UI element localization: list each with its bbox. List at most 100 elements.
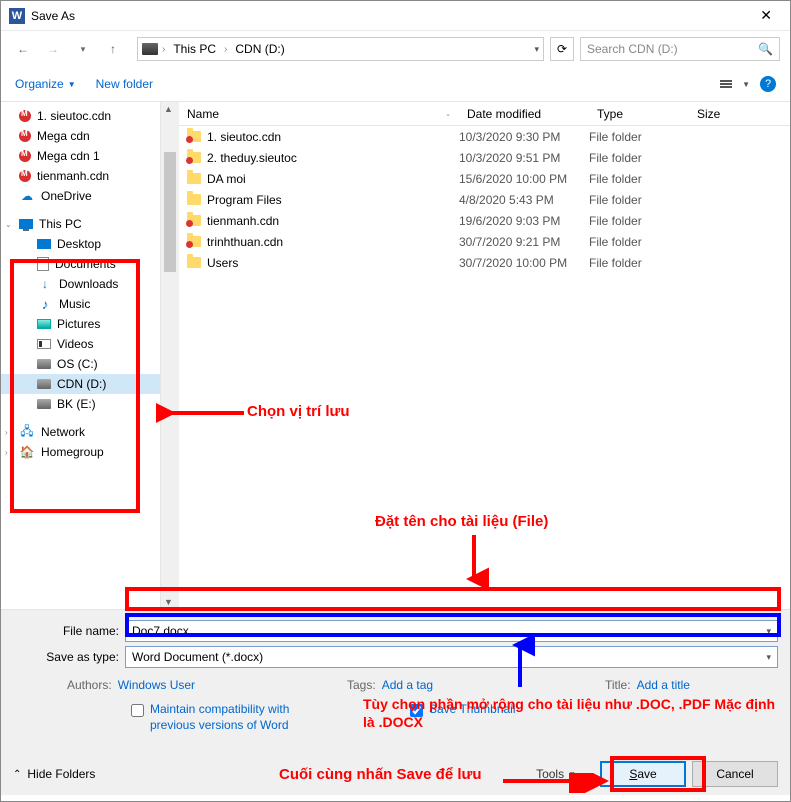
tree-item[interactable]: ♪Music bbox=[1, 294, 160, 314]
tree-label: CDN (D:) bbox=[57, 377, 106, 391]
save-button[interactable]: Save bbox=[600, 761, 686, 787]
tree-item[interactable]: OS (C:) bbox=[1, 354, 160, 374]
file-row[interactable]: trinhthuan.cdn30/7/2020 9:21 PMFile fold… bbox=[179, 231, 790, 252]
save-label: ave bbox=[637, 767, 656, 781]
tree-item[interactable]: Mega cdn 1 bbox=[1, 146, 160, 166]
tree-label: Videos bbox=[57, 337, 93, 351]
tree-label: 1. sieutoc.cdn bbox=[37, 109, 111, 123]
col-type[interactable]: Type bbox=[589, 102, 689, 125]
file-date: 10/3/2020 9:30 PM bbox=[459, 130, 589, 144]
word-icon: W bbox=[9, 8, 25, 24]
chevron-down-icon[interactable]: ▾ bbox=[766, 652, 771, 663]
file-row[interactable]: Users30/7/2020 10:00 PMFile folder bbox=[179, 252, 790, 273]
cancel-button[interactable]: Cancel bbox=[692, 761, 778, 787]
view-options[interactable] bbox=[720, 80, 732, 88]
savetype-dropdown[interactable]: Word Document (*.docx) ▾ bbox=[125, 646, 778, 668]
hide-folders-label: Hide Folders bbox=[27, 767, 95, 781]
col-date[interactable]: Date modified bbox=[459, 102, 589, 125]
help-button[interactable]: ? bbox=[760, 76, 776, 92]
tree-item[interactable]: BK (E:) bbox=[1, 394, 160, 414]
tree-item[interactable]: ☁OneDrive bbox=[1, 186, 160, 206]
back-button[interactable]: ← bbox=[11, 37, 35, 61]
filename-value: Doc7.docx bbox=[132, 624, 189, 638]
file-row[interactable]: DA moi15/6/2020 10:00 PMFile folder bbox=[179, 168, 790, 189]
file-date: 15/6/2020 10:00 PM bbox=[459, 172, 589, 186]
save-thumbnail-label[interactable]: Save Thumbnail bbox=[429, 702, 516, 718]
chevron-down-icon: ▼ bbox=[568, 770, 576, 779]
organize-label: Organize bbox=[15, 77, 64, 91]
forward-button[interactable]: → bbox=[41, 37, 65, 61]
title-value[interactable]: Add a title bbox=[637, 678, 690, 692]
sidebar-scrollbar[interactable]: ▲ ▼ bbox=[161, 102, 179, 609]
tree-item[interactable]: CDN (D:) bbox=[1, 374, 160, 394]
maintain-compat-checkbox[interactable] bbox=[131, 704, 144, 717]
title-label: Title: bbox=[605, 678, 631, 692]
tree-label: Homegroup bbox=[41, 445, 104, 459]
up-button[interactable]: ↑ bbox=[101, 37, 125, 61]
col-size[interactable]: Size bbox=[689, 102, 769, 125]
scroll-up-icon[interactable]: ▲ bbox=[164, 104, 173, 114]
breadcrumb-drive[interactable]: CDN (D:) bbox=[231, 40, 288, 58]
expand-icon[interactable]: › bbox=[5, 428, 8, 437]
expand-icon[interactable]: ⌄ bbox=[5, 220, 12, 229]
file-row[interactable]: 2. theduy.sieutoc10/3/2020 9:51 PMFile f… bbox=[179, 147, 790, 168]
navbar: ← → ▾ ↑ › This PC › CDN (D:) ▾ ⟳ Search … bbox=[1, 31, 790, 67]
chevron-down-icon[interactable]: ▼ bbox=[742, 80, 750, 89]
drive-icon bbox=[142, 43, 158, 55]
refresh-button[interactable]: ⟳ bbox=[550, 37, 574, 61]
new-folder-button[interactable]: New folder bbox=[96, 77, 153, 91]
tree-item[interactable]: 1. sieutoc.cdn bbox=[1, 106, 160, 126]
scrollbar-thumb[interactable] bbox=[164, 152, 176, 272]
authors-label: Authors: bbox=[67, 678, 112, 692]
file-date: 30/7/2020 9:21 PM bbox=[459, 235, 589, 249]
tree-item[interactable]: tienmanh.cdn bbox=[1, 166, 160, 186]
tree-item-thispc[interactable]: ⌄This PC bbox=[1, 214, 160, 234]
save-thumbnail-checkbox[interactable] bbox=[410, 704, 423, 717]
tree-item[interactable]: Desktop bbox=[1, 234, 160, 254]
tree-label: OneDrive bbox=[41, 189, 92, 203]
maintain-compat-label[interactable]: Maintain compatibility with previous ver… bbox=[150, 702, 320, 733]
tree-item[interactable]: Mega cdn bbox=[1, 126, 160, 146]
chevron-right-icon: › bbox=[162, 44, 165, 55]
file-row[interactable]: Program Files4/8/2020 5:43 PMFile folder bbox=[179, 189, 790, 210]
folder-icon bbox=[187, 131, 201, 142]
tree-item[interactable]: ↓Downloads bbox=[1, 274, 160, 294]
tree-item[interactable]: Pictures bbox=[1, 314, 160, 334]
file-row[interactable]: tienmanh.cdn19/6/2020 9:03 PMFile folder bbox=[179, 210, 790, 231]
col-name[interactable]: Name⌄ bbox=[179, 102, 459, 125]
tree-label: Network bbox=[41, 425, 85, 439]
chevron-down-icon[interactable]: ▾ bbox=[534, 44, 539, 55]
authors-value[interactable]: Windows User bbox=[118, 678, 195, 692]
tree-item[interactable]: Videos bbox=[1, 334, 160, 354]
savetype-value: Word Document (*.docx) bbox=[132, 650, 263, 664]
organize-menu[interactable]: Organize ▼ bbox=[15, 77, 76, 91]
file-row[interactable]: 1. sieutoc.cdn10/3/2020 9:30 PMFile fold… bbox=[179, 126, 790, 147]
chevron-down-icon: ▼ bbox=[68, 80, 76, 89]
chevron-down-icon[interactable]: ▾ bbox=[766, 626, 771, 637]
search-input[interactable]: Search CDN (D:) 🔍 bbox=[580, 37, 780, 61]
filename-label: File name: bbox=[13, 624, 125, 638]
tree-label: BK (E:) bbox=[57, 397, 96, 411]
tree-item[interactable]: ›🏠Homegroup bbox=[1, 442, 160, 462]
tree-item[interactable]: ›🖧Network bbox=[1, 422, 160, 442]
folder-icon bbox=[187, 173, 201, 184]
tools-label: Tools bbox=[536, 767, 564, 781]
search-placeholder: Search CDN (D:) bbox=[587, 42, 678, 56]
recent-dropdown[interactable]: ▾ bbox=[71, 37, 95, 61]
file-type: File folder bbox=[589, 193, 689, 207]
close-button[interactable]: ✕ bbox=[750, 3, 782, 28]
savetype-label: Save as type: bbox=[13, 650, 125, 664]
folder-icon bbox=[187, 257, 201, 268]
sort-indicator-icon: ⌄ bbox=[445, 110, 451, 118]
filename-input[interactable]: Doc7.docx ▾ bbox=[125, 620, 778, 642]
scroll-down-icon[interactable]: ▼ bbox=[164, 597, 173, 607]
file-type: File folder bbox=[589, 130, 689, 144]
breadcrumb-root[interactable]: This PC bbox=[169, 40, 220, 58]
tags-value[interactable]: Add a tag bbox=[382, 678, 433, 692]
tree-item[interactable]: Documents bbox=[1, 254, 160, 274]
hide-folders-toggle[interactable]: ⌃ Hide Folders bbox=[13, 767, 95, 781]
address-bar[interactable]: › This PC › CDN (D:) ▾ bbox=[137, 37, 544, 61]
file-date: 30/7/2020 10:00 PM bbox=[459, 256, 589, 270]
expand-icon[interactable]: › bbox=[5, 448, 8, 457]
tools-menu[interactable]: Tools ▼ bbox=[536, 767, 576, 781]
